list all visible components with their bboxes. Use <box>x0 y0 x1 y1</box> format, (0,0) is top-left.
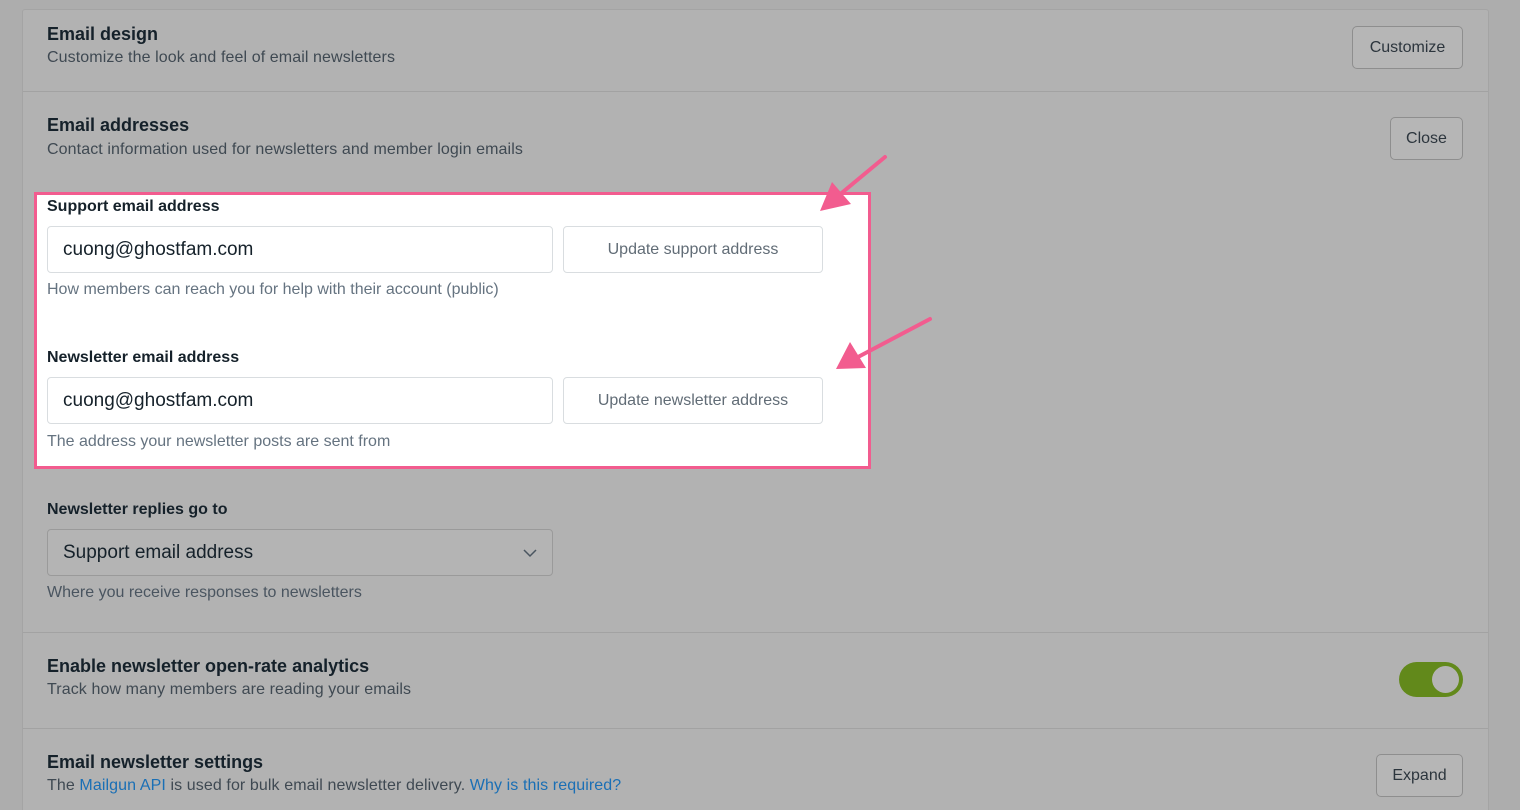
email-design-description: Customize the look and feel of email new… <box>47 49 396 66</box>
newsletter-replies-label: Newsletter replies go to <box>47 501 228 518</box>
support-email-label: Support email address <box>47 198 220 215</box>
why-required-link[interactable]: Why is this required? <box>470 777 622 794</box>
open-rate-toggle[interactable] <box>1399 662 1463 697</box>
toggle-knob <box>1432 666 1459 693</box>
divider <box>23 91 1488 92</box>
close-button[interactable]: Close <box>1390 117 1463 160</box>
newsletter-email-input[interactable] <box>47 377 553 424</box>
mailgun-api-link[interactable]: Mailgun API <box>79 777 165 794</box>
update-support-address-button[interactable]: Update support address <box>563 226 823 273</box>
newsletter-replies-hint: Where you receive responses to newslette… <box>47 584 362 601</box>
customize-button[interactable]: Customize <box>1352 26 1463 69</box>
support-email-hint: How members can reach you for help with … <box>47 281 499 298</box>
chevron-down-icon <box>523 542 537 564</box>
expand-button[interactable]: Expand <box>1376 754 1463 797</box>
newsletter-replies-select[interactable]: Support email address <box>47 529 553 576</box>
newsletter-settings-description: The Mailgun API is used for bulk email n… <box>47 777 621 795</box>
description-text: is used for bulk email newsletter delive… <box>170 777 466 794</box>
open-rate-description: Track how many members are reading your … <box>47 681 412 698</box>
email-design-title: Email design <box>47 24 159 44</box>
open-rate-title: Enable newsletter open-rate analytics <box>47 656 370 676</box>
email-addresses-description: Contact information used for newsletters… <box>47 141 523 158</box>
divider <box>23 632 1488 633</box>
newsletter-email-label: Newsletter email address <box>47 349 240 366</box>
support-email-input[interactable] <box>47 226 553 273</box>
newsletter-settings-title: Email newsletter settings <box>47 752 264 772</box>
email-addresses-title: Email addresses <box>47 115 190 135</box>
divider <box>23 728 1488 729</box>
update-newsletter-address-button[interactable]: Update newsletter address <box>563 377 823 424</box>
description-text: The <box>47 777 75 794</box>
newsletter-replies-selected: Support email address <box>63 541 254 563</box>
newsletter-email-hint: The address your newsletter posts are se… <box>47 433 391 450</box>
